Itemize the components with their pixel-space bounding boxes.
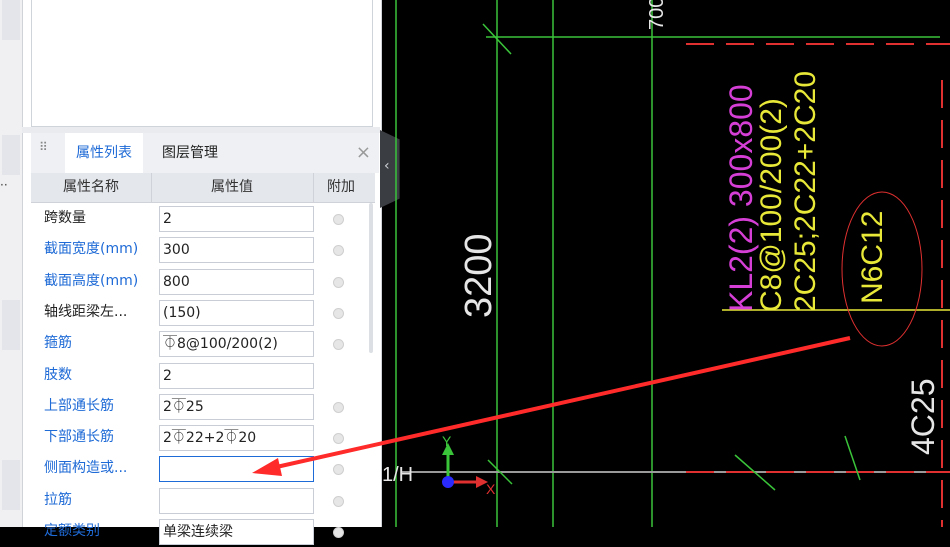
dimension-3200: 3200 [458, 233, 500, 318]
ucs-origin-icon [442, 476, 454, 488]
annotation-arrow [271, 336, 851, 470]
dimension-4c25: 4C25 [905, 379, 941, 456]
tick-mark [844, 435, 861, 481]
axis-label: 1/H [382, 464, 413, 486]
beam-label-name: KL2(2) 300x800 [723, 84, 759, 312]
ucs-y-label: Y [442, 433, 452, 449]
dimension-700: 700 [646, 0, 668, 30]
beam-label-stirrup: C8@100/200(2) [755, 98, 788, 312]
ucs-x-label: X [486, 481, 496, 497]
beam-label-side: N6C12 [856, 211, 889, 304]
beam-label-rebar: 2C25;2C22+2C20 [789, 71, 822, 312]
cad-canvas[interactable]: 700 3200 4C25 KL2(2) 300x800 C8@100/200(… [0, 0, 950, 527]
arrowhead-icon [252, 458, 282, 476]
extra-radio[interactable] [333, 527, 344, 538]
